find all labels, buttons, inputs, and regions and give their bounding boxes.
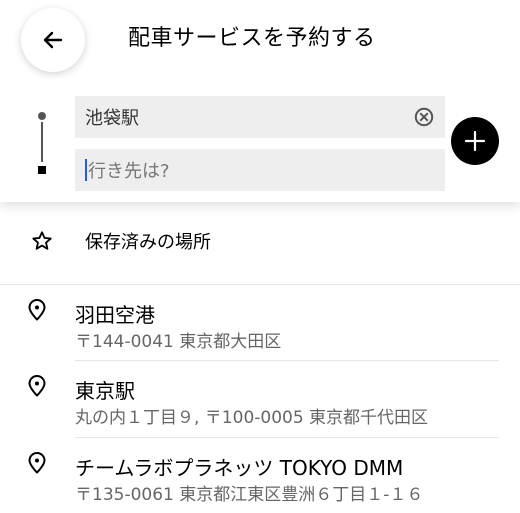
pickup-input[interactable]: 池袋駅: [75, 96, 445, 138]
destination-input[interactable]: 行き先は?: [75, 149, 445, 191]
back-button[interactable]: [21, 8, 85, 72]
arrow-left-icon: [43, 31, 63, 49]
place-name: 東京駅: [75, 379, 135, 403]
trip-planner-header: 配車サービスを予約する 池袋駅 行き先は?: [0, 0, 520, 202]
place-address: 〒135-0061 東京都江東区豊洲６丁目１-１６: [75, 485, 424, 505]
place-address: 丸の内１丁目９, 〒100-0005 東京都千代田区: [75, 408, 429, 428]
location-pin-icon: [28, 375, 46, 397]
star-icon: [32, 231, 52, 250]
divider: [75, 437, 499, 438]
place-address: 〒144-0041 東京都大田区: [75, 332, 282, 352]
plus-icon: [464, 130, 486, 152]
divider: [75, 360, 499, 361]
route-connector: [41, 122, 43, 162]
clear-circle-icon: [414, 107, 434, 127]
place-name: 羽田空港: [75, 303, 155, 327]
destination-marker: [38, 166, 46, 174]
destination-placeholder: 行き先は?: [88, 161, 170, 182]
text-caret: [85, 159, 87, 181]
list-item[interactable]: チームラボプラネッツ TOKYO DMM 〒135-0061 東京都江東区豊洲６…: [0, 452, 520, 513]
add-stop-button[interactable]: [451, 117, 499, 165]
pickup-marker: [38, 112, 46, 120]
location-pin-icon: [28, 452, 46, 474]
saved-places-label: 保存済みの場所: [85, 232, 211, 253]
pickup-value: 池袋駅: [85, 108, 139, 129]
location-pin-icon: [28, 299, 46, 321]
place-name: チームラボプラネッツ TOKYO DMM: [75, 456, 404, 480]
page-title: 配車サービスを予約する: [128, 26, 376, 51]
clear-pickup-button[interactable]: [414, 107, 434, 127]
divider: [0, 284, 520, 285]
saved-places-row[interactable]: 保存済みの場所: [0, 222, 520, 262]
